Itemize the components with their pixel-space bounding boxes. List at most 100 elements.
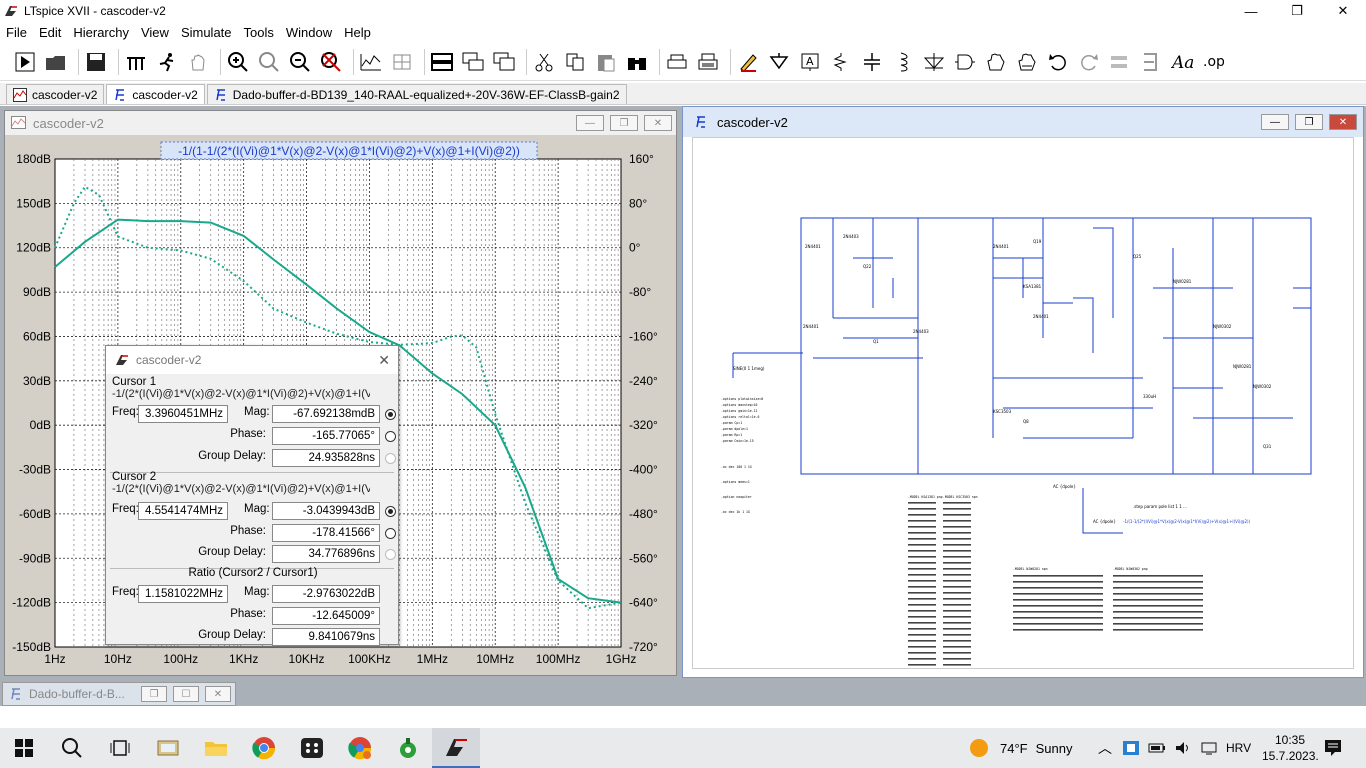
control-panel-icon[interactable]	[123, 49, 149, 75]
minimize-button[interactable]: —	[1228, 0, 1274, 22]
chrome-icon[interactable]	[240, 728, 288, 768]
cursor1-freq-field[interactable]: 3.3960451MHz	[138, 405, 228, 423]
schematic-restore-button[interactable]: ❐	[1295, 114, 1323, 130]
cursor-dialog-titlebar[interactable]: cascoder-v2 ✕	[106, 346, 398, 374]
schematic-close-button[interactable]: ✕	[1329, 114, 1357, 130]
chrome-profile-icon[interactable]	[336, 728, 384, 768]
tray-app-icon[interactable]	[1122, 740, 1140, 756]
cursor2-phase-radio[interactable]	[385, 528, 396, 539]
run-icon[interactable]	[12, 49, 38, 75]
cursor1-mag-radio[interactable]	[385, 409, 396, 420]
component-icon[interactable]	[952, 49, 978, 75]
resistor-icon[interactable]	[828, 49, 854, 75]
maximize-button[interactable]: ❐	[1274, 0, 1320, 22]
menu-view[interactable]: View	[135, 25, 175, 40]
notifications-icon[interactable]	[1323, 738, 1343, 758]
menu-simulate[interactable]: Simulate	[175, 25, 238, 40]
windows-start-icon[interactable]	[0, 728, 48, 768]
battery-icon[interactable]	[1148, 740, 1166, 756]
redo-icon[interactable]	[1076, 49, 1102, 75]
autorange-icon[interactable]	[358, 49, 384, 75]
print-icon[interactable]	[695, 49, 721, 75]
minimized-window[interactable]: Dado-buffer-d-B... ❐ ☐ ✕	[2, 682, 236, 706]
schematic-drawing[interactable]: 2N4401 2N4403 Q22 2N4401 Q1 2N4403 2N4401 Q19…	[693, 138, 1353, 678]
ratio-freq-field[interactable]: 1.1581022MHz	[138, 585, 228, 603]
cursor2-mag-radio[interactable]	[385, 506, 396, 517]
ratio-group-delay-field[interactable]: 9.8410679ns	[272, 628, 380, 646]
cursor1-group-delay-radio[interactable]	[385, 453, 396, 464]
app-dots-icon[interactable]	[288, 728, 336, 768]
menu-edit[interactable]: Edit	[33, 25, 67, 40]
tab-schematic-dado-buffer[interactable]: Dado-buffer-d-BD139_140-RAAL-equalized+-…	[206, 84, 627, 104]
paste-icon[interactable]	[593, 49, 619, 75]
file-explorer-icon[interactable]	[192, 728, 240, 768]
schematic-window-titlebar[interactable]: cascoder-v2 — ❐ ✕	[683, 107, 1363, 137]
draw-wire-icon[interactable]	[735, 49, 761, 75]
task-view-icon[interactable]	[96, 728, 144, 768]
cursor-dialog-close-button[interactable]: ✕	[378, 352, 390, 369]
trace-expression[interactable]: -1/(1-1/(2*(I(Vi)@1*V(x)@2-V(x)@1*I(Vi)@…	[178, 144, 520, 158]
cursor1-group-delay-field[interactable]: 24.935828ns	[272, 449, 380, 467]
cursor2-phase-field[interactable]: -178.41566°	[272, 524, 380, 542]
ltspice-taskbar-icon[interactable]	[432, 728, 480, 768]
text-icon[interactable]: Aa	[1169, 49, 1195, 75]
menu-tools[interactable]: Tools	[238, 25, 280, 40]
drag-hand-icon[interactable]	[1014, 49, 1040, 75]
rotate-icon[interactable]	[1107, 49, 1133, 75]
tile-horizontal-icon[interactable]	[429, 49, 455, 75]
menu-help[interactable]: Help	[338, 25, 377, 40]
cursor2-group-delay-radio[interactable]	[385, 549, 396, 560]
schematic-minimize-button[interactable]: —	[1261, 114, 1289, 130]
ground-icon[interactable]	[766, 49, 792, 75]
run-man-icon[interactable]	[154, 49, 180, 75]
spice-directive-icon[interactable]: .op	[1200, 49, 1226, 75]
menu-window[interactable]: Window	[280, 25, 338, 40]
zoom-cancel-icon[interactable]	[318, 49, 344, 75]
open-folder-icon[interactable]	[43, 49, 69, 75]
search-icon[interactable]	[48, 728, 96, 768]
cursor2-group-delay-field[interactable]: 34.776896ns	[272, 545, 380, 563]
grid-icon[interactable]	[389, 49, 415, 75]
menu-hierarchy[interactable]: Hierarchy	[67, 25, 135, 40]
mirror-icon[interactable]	[1138, 49, 1164, 75]
cursor2-mag-field[interactable]: -3.0439943dB	[272, 502, 380, 520]
print-setup-icon[interactable]	[664, 49, 690, 75]
clock[interactable]: 10:35 15.7.2023.	[1262, 732, 1319, 764]
zoom-out-icon[interactable]	[287, 49, 313, 75]
copy-icon[interactable]	[562, 49, 588, 75]
close-button[interactable]: ✕	[1320, 0, 1366, 22]
find-icon[interactable]	[624, 49, 650, 75]
weather-widget[interactable]: 74°F Sunny	[968, 728, 1072, 768]
cascade-icon[interactable]	[460, 49, 486, 75]
menu-file[interactable]: File	[0, 25, 33, 40]
move-hand-icon[interactable]	[983, 49, 1009, 75]
ratio-mag-field[interactable]: -2.9763022dB	[272, 585, 380, 603]
green-app-icon[interactable]	[384, 728, 432, 768]
minimized-restore-button[interactable]: ❐	[141, 686, 167, 702]
undo-icon[interactable]	[1045, 49, 1071, 75]
zoom-in-icon[interactable]	[225, 49, 251, 75]
label-net-icon[interactable]: A	[797, 49, 823, 75]
zoom-fit-icon[interactable]	[256, 49, 282, 75]
cursor1-phase-radio[interactable]	[385, 431, 396, 442]
waveform-close-button[interactable]: ✕	[644, 115, 672, 131]
hand-pan-icon[interactable]	[185, 49, 211, 75]
save-icon[interactable]	[83, 49, 109, 75]
minimized-close-button[interactable]: ✕	[205, 686, 231, 702]
minimized-maximize-button[interactable]: ☐	[173, 686, 199, 702]
inductor-icon[interactable]	[890, 49, 916, 75]
capacitor-icon[interactable]	[859, 49, 885, 75]
waveform-window-titlebar[interactable]: cascoder-v2 — ❐ ✕	[5, 111, 676, 135]
network-icon[interactable]	[1200, 740, 1218, 756]
cursor1-phase-field[interactable]: -165.77065°	[272, 427, 380, 445]
language-indicator[interactable]: HRV	[1226, 741, 1251, 755]
schematic-canvas[interactable]: 2N4401 2N4403 Q22 2N4401 Q1 2N4403 2N4401 Q19…	[692, 137, 1354, 678]
file-explorer-pinned-icon[interactable]	[144, 728, 192, 768]
tray-chevron-up-icon[interactable]: ︿	[1098, 738, 1112, 758]
cursor1-mag-field[interactable]: -67.692138mdB	[272, 405, 380, 423]
ratio-phase-field[interactable]: -12.645009°	[272, 607, 380, 625]
waveform-minimize-button[interactable]: —	[576, 115, 604, 131]
volume-icon[interactable]	[1174, 740, 1192, 756]
cut-icon[interactable]	[531, 49, 557, 75]
waveform-restore-button[interactable]: ❐	[610, 115, 638, 131]
